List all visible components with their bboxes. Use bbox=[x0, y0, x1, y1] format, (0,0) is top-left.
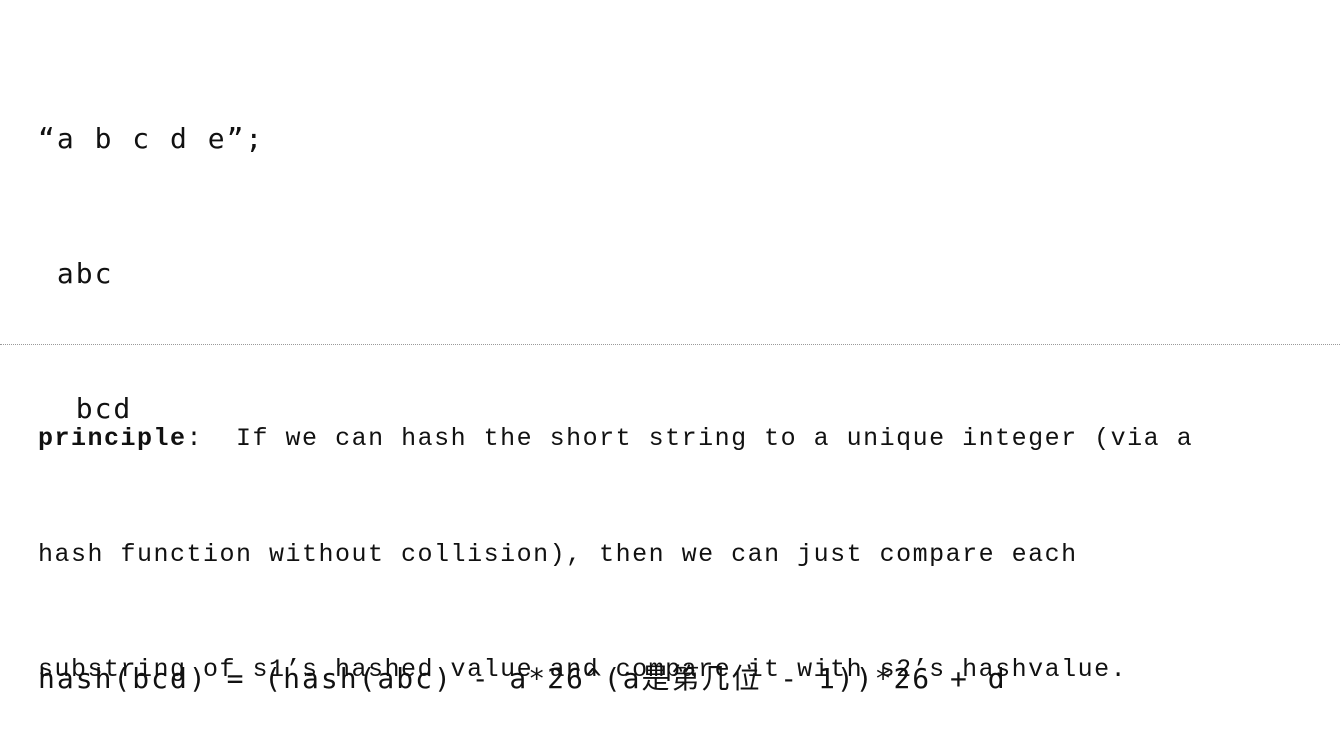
note-line-1: principle: If we can hash the short stri… bbox=[38, 420, 1328, 459]
code-line-string: “a b c d e”; bbox=[38, 122, 265, 155]
principle-note: principle: If we can hash the short stri… bbox=[38, 343, 1328, 728]
principle-colon: : bbox=[186, 424, 204, 453]
note-text-1: If we can hash the short string to a uni… bbox=[203, 424, 1194, 453]
note-line-3: substring of s1’s hashed value and compa… bbox=[38, 655, 1128, 684]
note-line-2: hash function without collision), then w… bbox=[38, 539, 1078, 569]
principle-label: principle bbox=[38, 424, 187, 453]
code-line-abc: abc bbox=[38, 257, 114, 290]
